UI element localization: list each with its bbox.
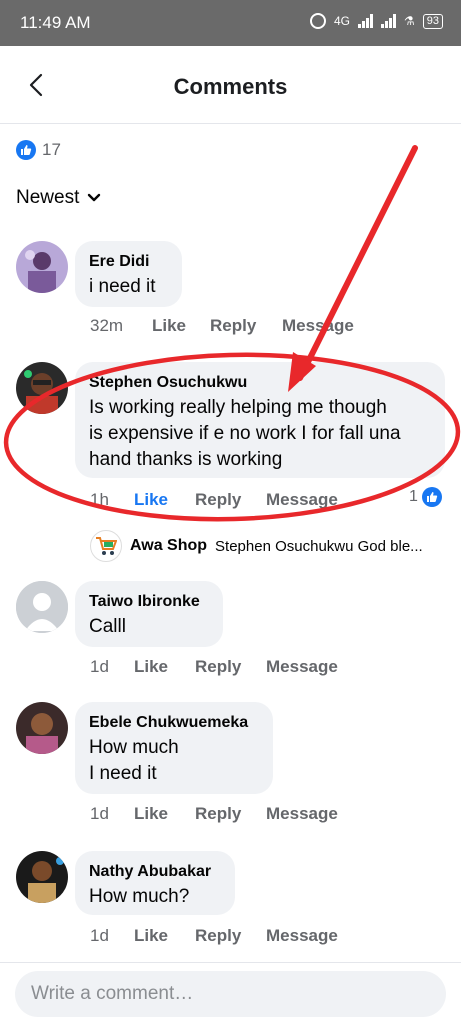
reaction-count: 17 [42,140,61,159]
comment-text-line: I need it [89,763,157,784]
thumbs-up-icon [421,487,442,507]
comment-author[interactable]: Ere Didi [89,252,168,272]
avatar[interactable] [16,851,68,903]
comment-author[interactable]: Taiwo Ibironke [89,592,209,612]
comment-composer [0,962,461,1024]
comment-time: 1d [90,804,109,823]
reply-button[interactable]: Reply [210,316,282,336]
comment-time: 1d [90,657,109,676]
sort-label: Newest [16,187,80,208]
like-button[interactable]: Like [134,804,195,824]
comment-author[interactable]: Nathy Abubakar [89,862,221,882]
status-time: 11:49 AM [20,13,91,32]
reply-button[interactable]: Reply [195,926,266,946]
lab-icon: ⚗ [403,14,415,28]
comment-text-line: is expensive if e no work I for fall una [89,423,401,444]
like-button[interactable]: Like [152,316,210,336]
avatar[interactable] [16,702,68,754]
signal-icon [357,14,373,28]
reply-preview[interactable]: Awa Shop Stephen Osuchukwu God ble... [90,530,460,562]
signal-icon-2 [380,14,396,28]
reply-button[interactable]: Reply [195,657,266,677]
avatar[interactable] [16,362,68,414]
like-button[interactable]: Like [134,657,195,677]
avatar[interactable] [16,241,68,293]
thumbs-up-icon [16,140,36,160]
comment-input[interactable] [31,979,431,1009]
comment-bubble[interactable]: Taiwo Ibironke Calll [75,581,223,647]
alarm-icon [309,13,326,29]
comment-text: Calll [89,616,126,637]
status-icons: 4G ⚗ 93 [309,13,443,29]
comment-actions: 32m Like Reply Message [90,316,354,336]
message-button[interactable]: Message [266,490,338,510]
comment-time: 1d [90,926,109,945]
comment-author[interactable]: Ebele Chukwuemeka [89,713,259,733]
reply-button[interactable]: Reply [195,490,266,510]
chevron-down-icon [88,193,101,202]
comment-actions: 1d Like Reply Message [90,804,338,824]
message-button[interactable]: Message [266,657,338,677]
comment-author[interactable]: Stephen Osuchukwu [89,373,431,393]
status-bar: 11:49 AM 4G ⚗ 93 [0,0,461,46]
shopping-cart-icon [90,530,122,562]
battery-icon: 93 [422,13,443,29]
like-button-active[interactable]: Like [134,490,195,510]
message-button[interactable]: Message [266,804,338,824]
comment-text-line: Is working really helping me though [89,397,387,418]
comment-bubble[interactable]: Nathy Abubakar How much? [75,851,235,915]
comment-text-line: hand thanks is working [89,449,283,470]
avatar-placeholder[interactable] [16,581,68,633]
comment-text-line: How much [89,737,179,758]
message-button[interactable]: Message [282,316,354,336]
comment-reaction-count[interactable]: 1 [409,487,442,507]
comment-text: i need it [89,276,156,297]
comment-bubble[interactable]: Stephen Osuchukwu Is working really help… [75,362,445,478]
like-button[interactable]: Like [134,926,195,946]
page-title: Comments [173,74,288,99]
comment-text: How much? [89,886,190,907]
reactions-summary[interactable]: 17 [16,140,61,160]
reply-text: Stephen Osuchukwu God ble... [215,537,423,555]
reply-button[interactable]: Reply [195,804,266,824]
comment-bubble[interactable]: Ere Didi i need it [75,241,182,307]
comment-reaction-number: 1 [409,488,418,505]
sort-dropdown[interactable]: Newest [16,187,101,209]
comment-actions: 1h Like Reply Message [90,490,338,510]
network-type: 4G [333,14,350,28]
comment-actions: 1d Like Reply Message [90,926,338,946]
comment-actions: 1d Like Reply Message [90,657,338,677]
message-button[interactable]: Message [266,926,338,946]
comment-time: 1h [90,490,109,509]
reply-author[interactable]: Awa Shop [130,537,207,555]
comment-time: 32m [90,316,124,335]
header: Comments [0,46,461,124]
composer-box[interactable] [15,971,446,1017]
annotation-arrow [288,145,418,392]
comment-bubble[interactable]: Ebele Chukwuemeka How much I need it [75,702,273,794]
